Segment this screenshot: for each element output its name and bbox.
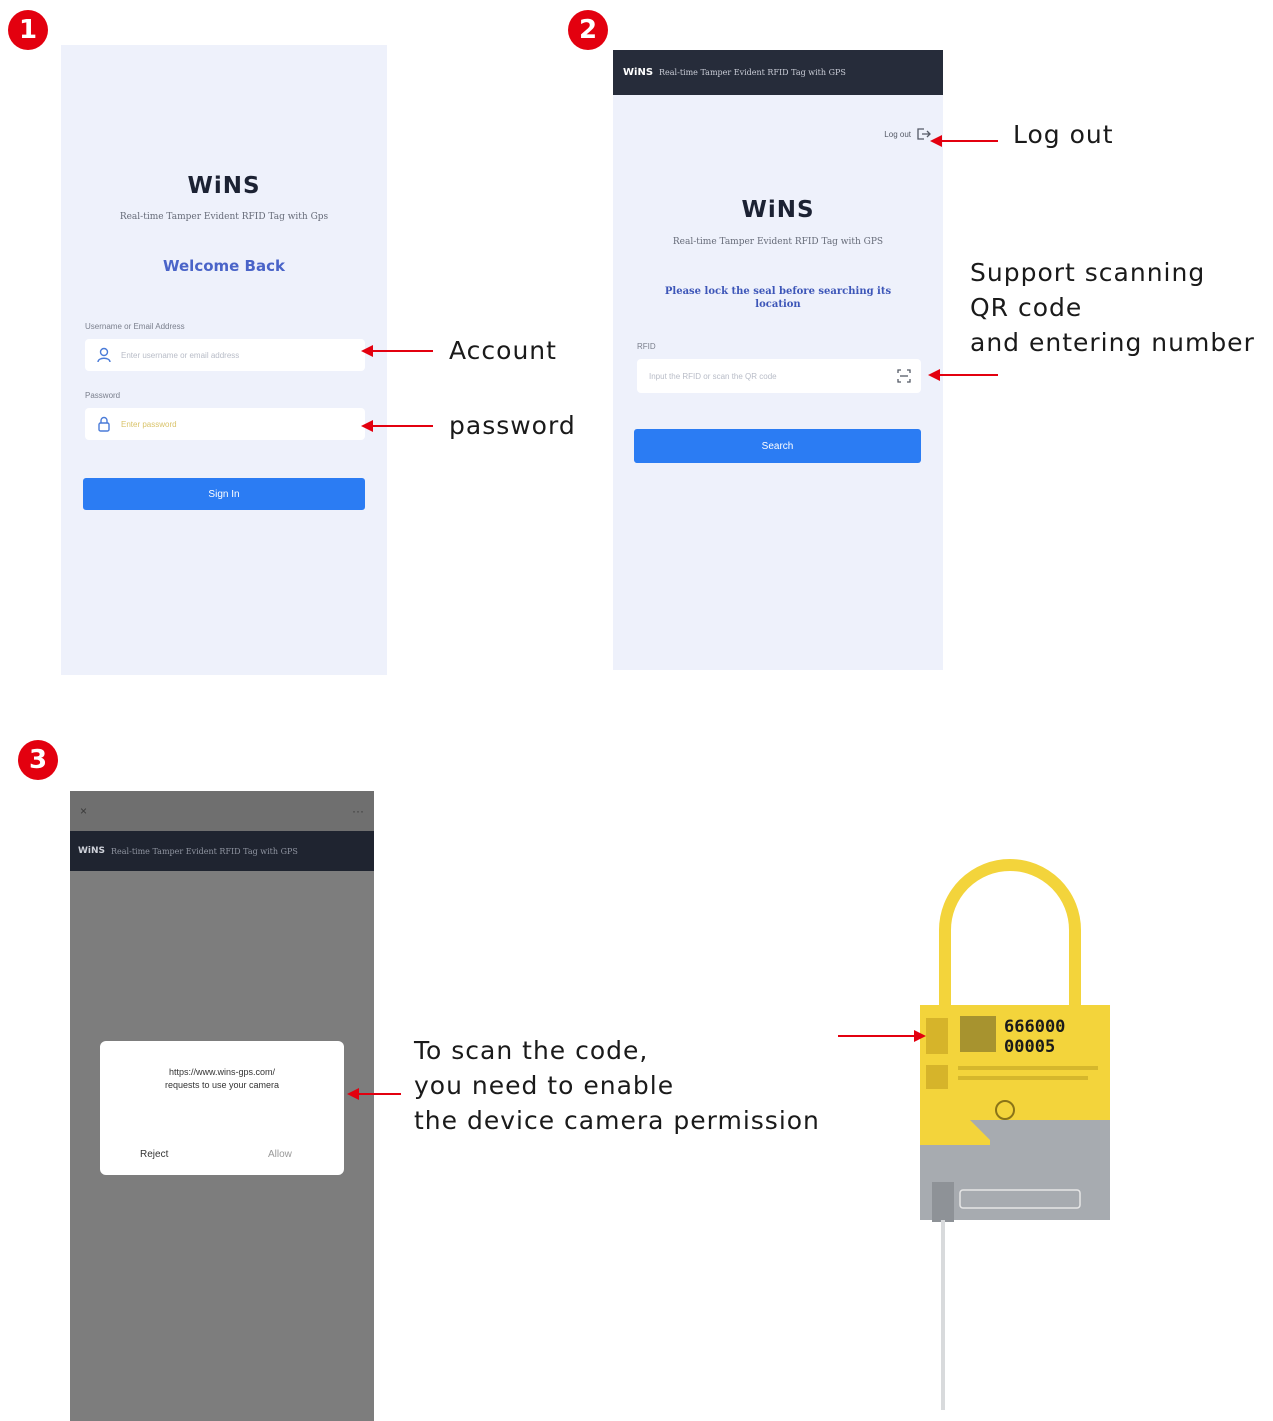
username-label: Username or Email Address xyxy=(85,322,185,331)
seal-code-bottom: 00005 xyxy=(1004,1037,1055,1057)
step-badge-1: 1 xyxy=(8,10,48,50)
step-badge-2: 2 xyxy=(568,10,608,50)
browser-top-bar: × ··· xyxy=(70,791,374,831)
rfid-field[interactable]: Input the RFID or scan the QR code xyxy=(637,359,921,393)
seal-device-image: 666000 00005 xyxy=(920,859,1110,1410)
username-field[interactable]: Enter username or email address xyxy=(85,339,365,371)
device-arrow xyxy=(838,1030,926,1042)
lock-notice: Please lock the seal before searching it… xyxy=(664,286,892,310)
qr-scan-icon[interactable] xyxy=(897,369,911,383)
annotation-account: Account xyxy=(449,336,557,365)
header-logo: WiNS xyxy=(623,67,654,78)
annotation-camera: To scan the code, you need to enable the… xyxy=(414,1033,820,1138)
annotation-scan: Support scanning QR code and entering nu… xyxy=(970,255,1255,360)
app-subtitle: Real-time Tamper Evident RFID Tag with G… xyxy=(672,237,884,247)
header-title: Real-time Tamper Evident RFID Tag with G… xyxy=(659,68,846,77)
search-button[interactable]: Search xyxy=(634,429,921,463)
rfid-label: RFID xyxy=(637,342,656,351)
app-subtitle: Real-time Tamper Evident RFID Tag with G… xyxy=(119,212,329,222)
seal-code-top: 666000 xyxy=(1004,1017,1065,1037)
menu-icon[interactable]: ··· xyxy=(352,804,364,818)
user-icon xyxy=(97,347,111,363)
reject-button[interactable]: Reject xyxy=(140,1149,168,1160)
login-screen: WiNS Real-time Tamper Evident RFID Tag w… xyxy=(61,45,387,675)
password-arrow xyxy=(361,420,433,432)
dialog-message: requests to use your camera xyxy=(164,1080,280,1090)
header-logo: WiNS xyxy=(78,846,106,856)
sign-in-button[interactable]: Sign In xyxy=(83,478,365,510)
app-header: WiNS Real-time Tamper Evident RFID Tag w… xyxy=(613,50,943,95)
annotation-camera-line3: the device camera permission xyxy=(414,1106,820,1135)
scan-arrow xyxy=(928,369,998,381)
lock-icon xyxy=(98,416,110,432)
header-title: Real-time Tamper Evident RFID Tag with G… xyxy=(111,846,298,856)
password-field[interactable]: Enter password xyxy=(85,408,365,440)
username-input[interactable]: Enter username or email address xyxy=(121,351,239,360)
allow-button[interactable]: Allow xyxy=(268,1149,292,1160)
annotation-logout: Log out xyxy=(1013,120,1114,149)
close-icon[interactable]: × xyxy=(80,804,87,818)
password-label: Password xyxy=(85,391,121,400)
camera-permission-screen: × ··· WiNS Real-time Tamper Evident RFID… xyxy=(70,791,374,1421)
annotation-scan-line3: and entering number xyxy=(970,328,1255,357)
step-badge-3: 3 xyxy=(18,740,58,780)
annotation-camera-line1: To scan the code, xyxy=(414,1036,649,1065)
annotation-camera-line2: you need to enable xyxy=(414,1071,675,1100)
dialog-url: https://www.wins-gps.com/ xyxy=(168,1067,276,1077)
annotation-password: password xyxy=(449,411,576,440)
app-logo: WiNS xyxy=(741,197,815,223)
annotation-scan-line1: Support scanning xyxy=(970,258,1206,287)
logout-link[interactable]: Log out xyxy=(884,128,931,140)
account-arrow xyxy=(361,345,433,357)
password-input[interactable]: Enter password xyxy=(121,420,177,429)
permission-dialog: https://www.wins-gps.com/ requests to us… xyxy=(100,1041,344,1175)
app-logo: WiNS xyxy=(187,173,261,199)
camera-arrow xyxy=(347,1088,401,1100)
logout-label: Log out xyxy=(884,129,911,139)
welcome-heading: Welcome Back xyxy=(163,257,285,275)
app-header: WiNS Real-time Tamper Evident RFID Tag w… xyxy=(70,831,374,871)
logout-icon xyxy=(917,128,931,140)
logout-arrow xyxy=(930,135,998,147)
rfid-input[interactable]: Input the RFID or scan the QR code xyxy=(649,372,777,381)
search-screen: WiNS Real-time Tamper Evident RFID Tag w… xyxy=(613,50,943,670)
annotation-scan-line2: QR code xyxy=(970,293,1083,322)
